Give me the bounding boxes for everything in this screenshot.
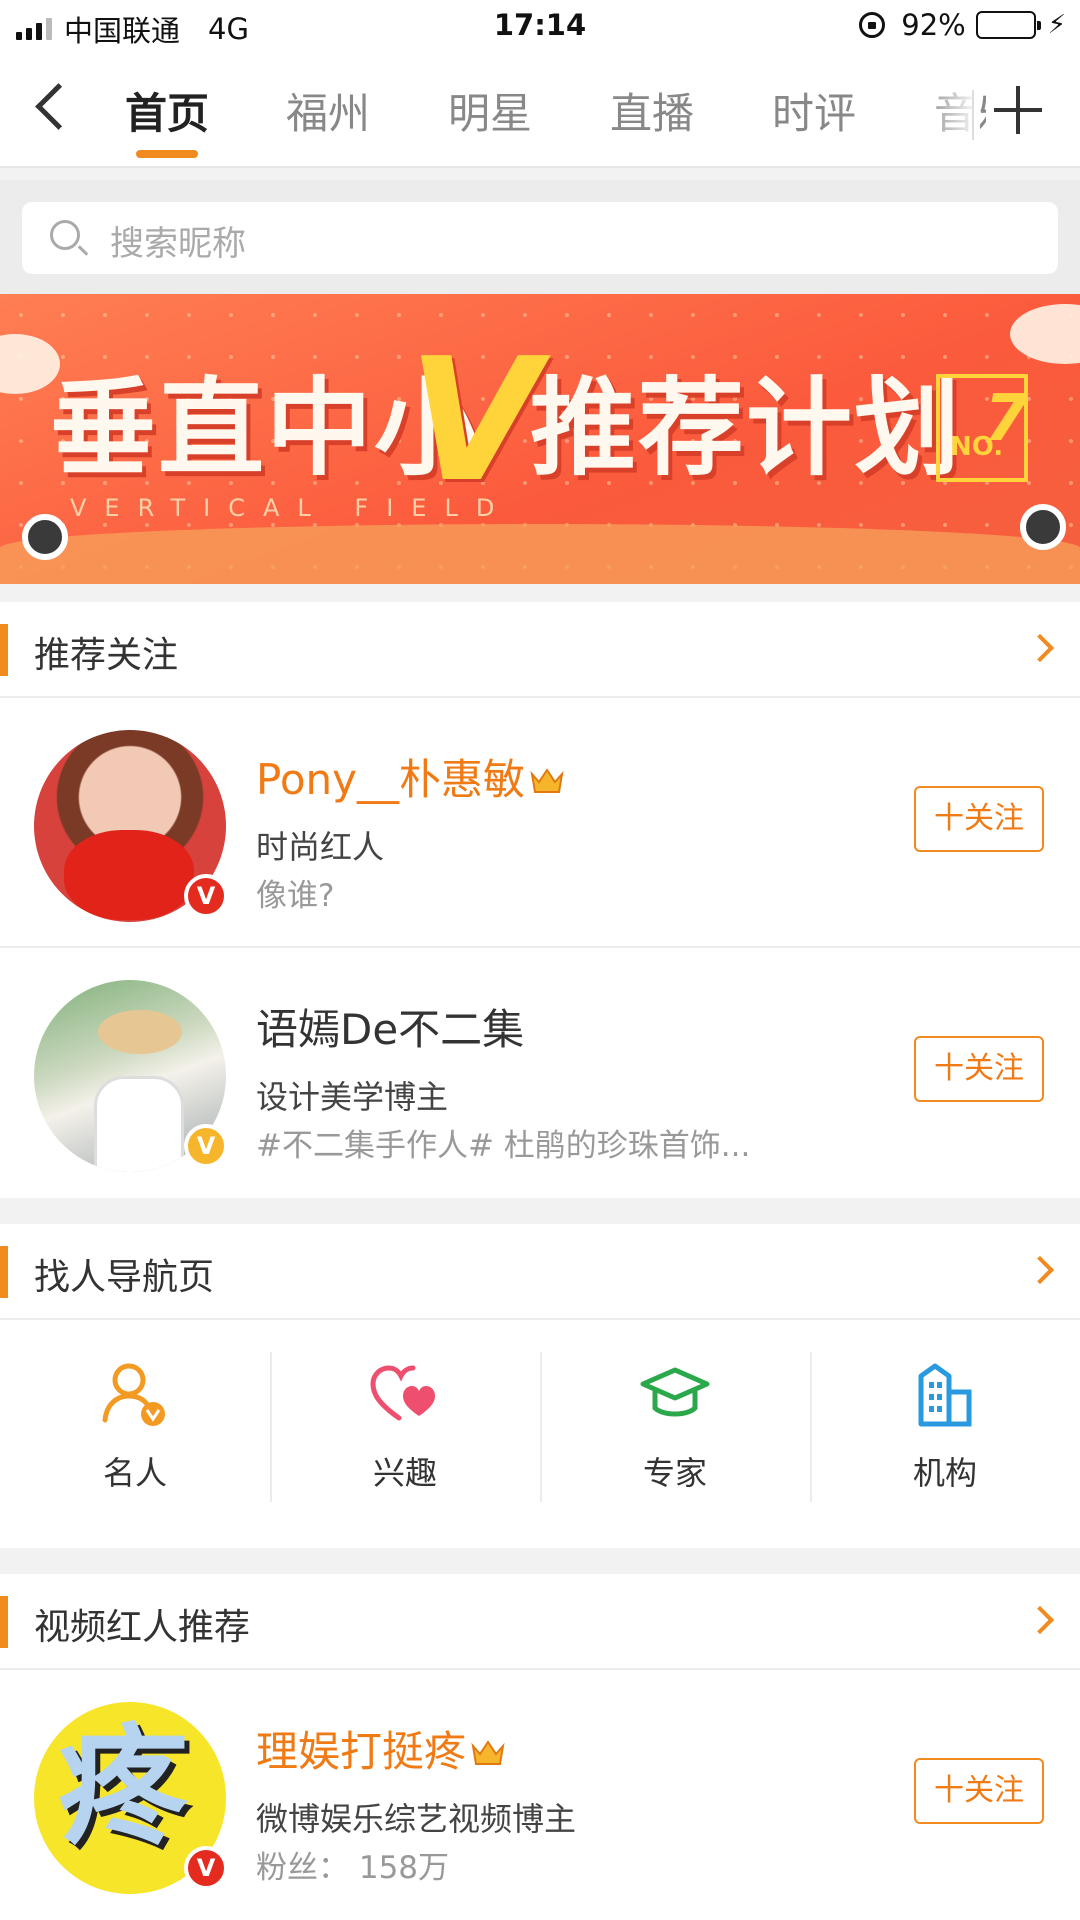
finder-item-interest[interactable]: 兴趣 (270, 1320, 540, 1548)
active-tab-indicator (136, 150, 198, 158)
section-header[interactable]: 找人导航页 (0, 1224, 1080, 1320)
tabs-divider (972, 90, 974, 140)
tab-fuzhou[interactable]: 福州 (258, 80, 398, 141)
section-title: 视频红人推荐 (34, 1607, 251, 1648)
section-accent-bar (0, 1596, 8, 1648)
finder-section: 找人导航页 名人 兴趣 专家 机构 (0, 1224, 1080, 1548)
user-name-text: Pony__朴惠敏 (256, 755, 526, 804)
plus-icon[interactable] (986, 78, 1050, 142)
verified-badge-icon: V (184, 1124, 228, 1168)
follow-button[interactable]: 十关注 (914, 786, 1044, 852)
battery-icon (975, 11, 1041, 39)
search-input[interactable]: 搜索昵称 (22, 202, 1058, 274)
battery-percent: 92% (901, 8, 966, 42)
verified-badge-icon: V (184, 874, 228, 918)
speaker-decoration-icon (1020, 504, 1066, 550)
section-header[interactable]: 推荐关注 (0, 602, 1080, 698)
user-tag: 微博娱乐综艺视频博主 (256, 1800, 577, 1838)
section-title: 推荐关注 (34, 635, 179, 676)
user-name-text: 理娱打挺疼 (256, 1727, 467, 1776)
speaker-decoration-icon (22, 514, 68, 560)
chevron-right-icon[interactable] (1025, 1255, 1055, 1285)
follow-button[interactable]: 十关注 (914, 1036, 1044, 1102)
tab-commentary[interactable]: 时评 (744, 80, 884, 141)
interest-heart-icon (369, 1358, 441, 1430)
channel-nav: 首页 福州 明星 直播 时评 音乐 (0, 54, 1080, 168)
finder-grid: 名人 兴趣 专家 机构 (0, 1320, 1080, 1548)
search-placeholder: 搜索昵称 (110, 224, 246, 264)
avatar-flowers (64, 830, 194, 920)
tab-stars[interactable]: 明星 (420, 80, 560, 141)
chevron-right-icon[interactable] (1025, 633, 1055, 663)
search-area: 搜索昵称 (0, 180, 1080, 294)
banner-number-badge: NO. 7 (936, 374, 1029, 482)
user-row[interactable]: V Pony__朴惠敏 时尚红人 像谁? 十关注 (0, 698, 1080, 948)
expert-cap-icon (639, 1358, 711, 1430)
chevron-right-icon[interactable] (1025, 1605, 1055, 1635)
section-accent-bar (0, 1246, 8, 1298)
finder-label: 机构 (912, 1454, 977, 1492)
user-name[interactable]: 理娱打挺疼 (256, 1718, 506, 1779)
banner-title-v: V (408, 322, 540, 520)
tab-home[interactable]: 首页 (97, 80, 237, 141)
finder-item-expert[interactable]: 专家 (540, 1320, 810, 1548)
search-icon (50, 220, 80, 250)
banner-subtitle: VERTICAL FIELD (70, 494, 513, 522)
banner-ground (0, 524, 1080, 584)
orientation-lock-icon (859, 12, 886, 38)
user-tag: 时尚红人 (256, 828, 385, 866)
follow-button[interactable]: 十关注 (914, 1758, 1044, 1824)
organization-building-icon (909, 1358, 981, 1430)
avatar-hat (98, 1010, 182, 1054)
finder-label: 专家 (642, 1454, 707, 1492)
video-stars-section: 视频红人推荐 疼 V 理娱打挺疼 微博娱乐综艺视频博主 粉丝： 158万 十关注 (0, 1574, 1080, 1920)
verified-badge-icon: V (184, 1846, 228, 1890)
section-accent-bar (0, 624, 8, 676)
promo-banner[interactable]: 垂直中小 V 推荐计划 VERTICAL FIELD NO. 7 (0, 294, 1080, 584)
status-right: 92% ⚡ (859, 8, 1066, 42)
tabs-fade (920, 54, 980, 166)
finder-label: 名人 (102, 1454, 167, 1492)
finder-label: 兴趣 (372, 1454, 437, 1492)
finder-item-celebrity[interactable]: 名人 (0, 1320, 270, 1548)
crown-vip-icon (470, 1729, 506, 1765)
banner-title-right: 推荐计划 (530, 367, 962, 490)
user-desc: #不二集手作人# 杜鹃的珍珠首饰... (256, 1128, 751, 1164)
recommended-section: 推荐关注 V Pony__朴惠敏 时尚红人 像谁? 十关注 V 语嫣De不二集 … (0, 602, 1080, 1198)
avatar-glyph: 疼 (58, 1711, 189, 1863)
avatar-shirt (94, 1076, 184, 1172)
crown-vip-icon (529, 757, 565, 793)
section-title: 找人导航页 (34, 1257, 215, 1298)
banner-no-value: 7 (984, 382, 1029, 456)
status-bar: 中国联通 4G 17:14 92% ⚡ (0, 0, 1080, 54)
user-name[interactable]: 语嫣De不二集 (256, 996, 524, 1057)
tab-live[interactable]: 直播 (582, 80, 722, 141)
user-row[interactable]: V 语嫣De不二集 设计美学博主 #不二集手作人# 杜鹃的珍珠首饰... 十关注 (0, 948, 1080, 1198)
celebrity-icon (99, 1358, 171, 1430)
user-tag: 设计美学博主 (256, 1078, 449, 1116)
user-desc: 像谁? (256, 878, 335, 914)
finder-item-organization[interactable]: 机构 (810, 1320, 1080, 1548)
charging-bolt-icon: ⚡ (1047, 10, 1066, 40)
section-header[interactable]: 视频红人推荐 (0, 1574, 1080, 1670)
user-row[interactable]: 疼 V 理娱打挺疼 微博娱乐综艺视频博主 粉丝： 158万 十关注 (0, 1670, 1080, 1920)
user-name[interactable]: Pony__朴惠敏 (256, 746, 565, 807)
user-desc: 粉丝： 158万 (256, 1850, 450, 1886)
back-chevron-icon[interactable] (30, 76, 74, 136)
